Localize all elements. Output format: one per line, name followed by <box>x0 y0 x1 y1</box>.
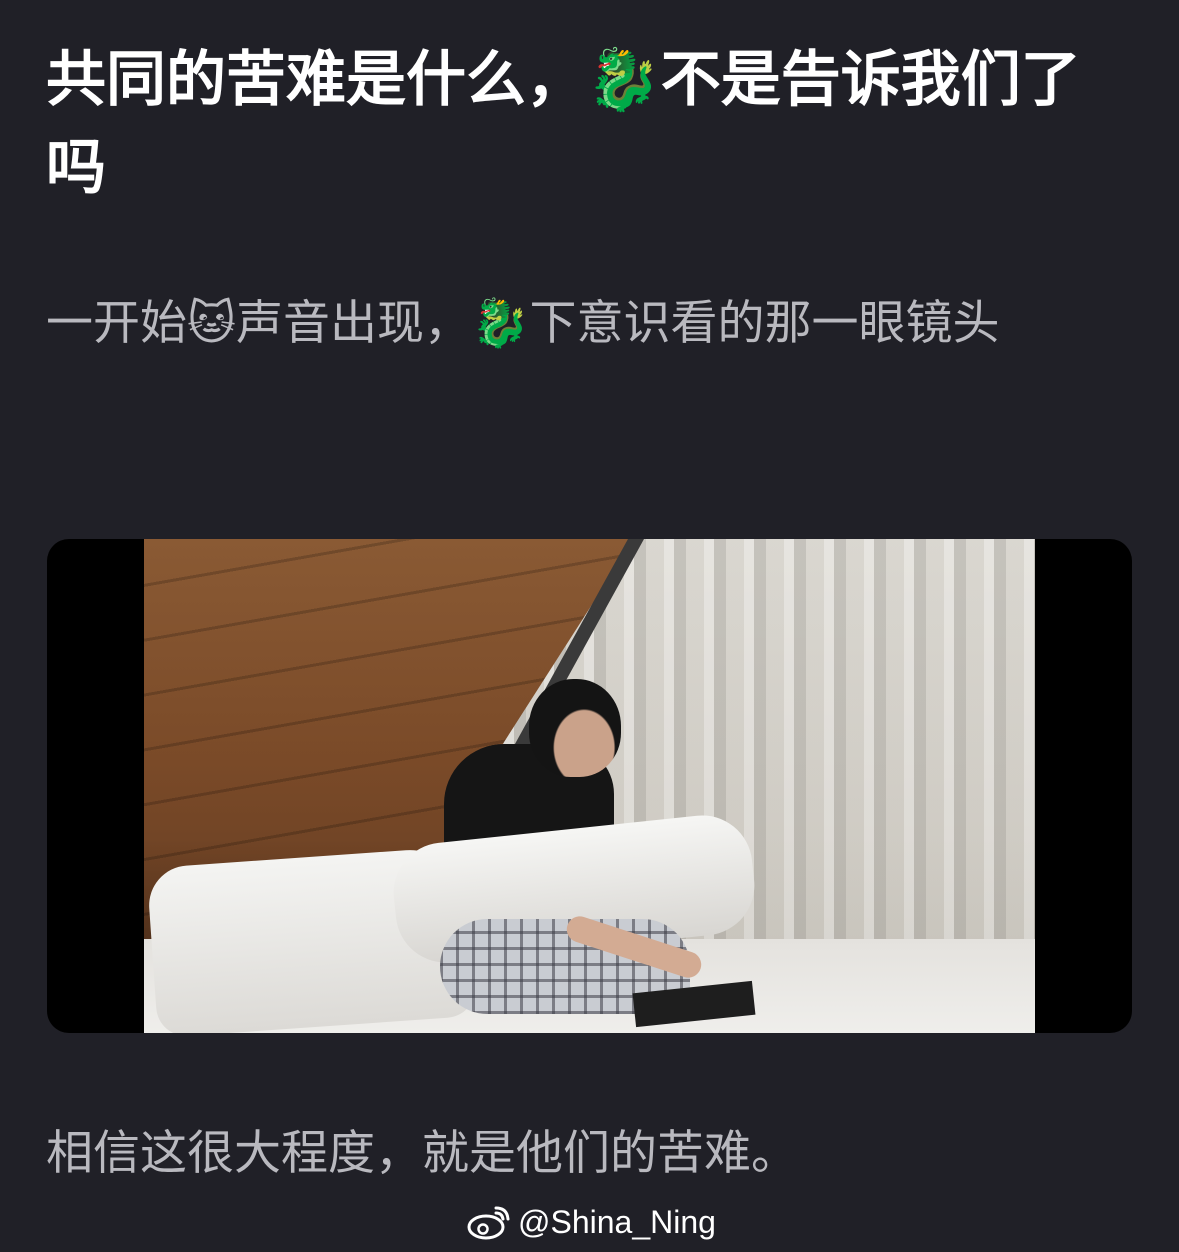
watermark: @Shina_Ning <box>466 1200 716 1244</box>
post-title: 共同的苦难是什么，🐉不是告诉我们了吗 <box>46 45 1081 203</box>
post-paragraph-1: 一开始🐱声音出现，🐉下意识看的那一眼镜头 <box>46 296 1000 351</box>
person-head <box>529 679 621 777</box>
post-paragraph-2: 相信这很大程度，就是他们的苦难。 <box>46 1126 798 1181</box>
video-thumbnail[interactable] <box>47 539 1132 1033</box>
watermark-handle: @Shina_Ning <box>518 1203 716 1240</box>
video-still-image <box>144 539 1035 1033</box>
weibo-icon <box>467 1206 510 1240</box>
post-page: 共同的苦难是什么，🐉不是告诉我们了吗 一开始🐱声音出现，🐉下意识看的那一眼镜头 … <box>0 0 1179 1252</box>
